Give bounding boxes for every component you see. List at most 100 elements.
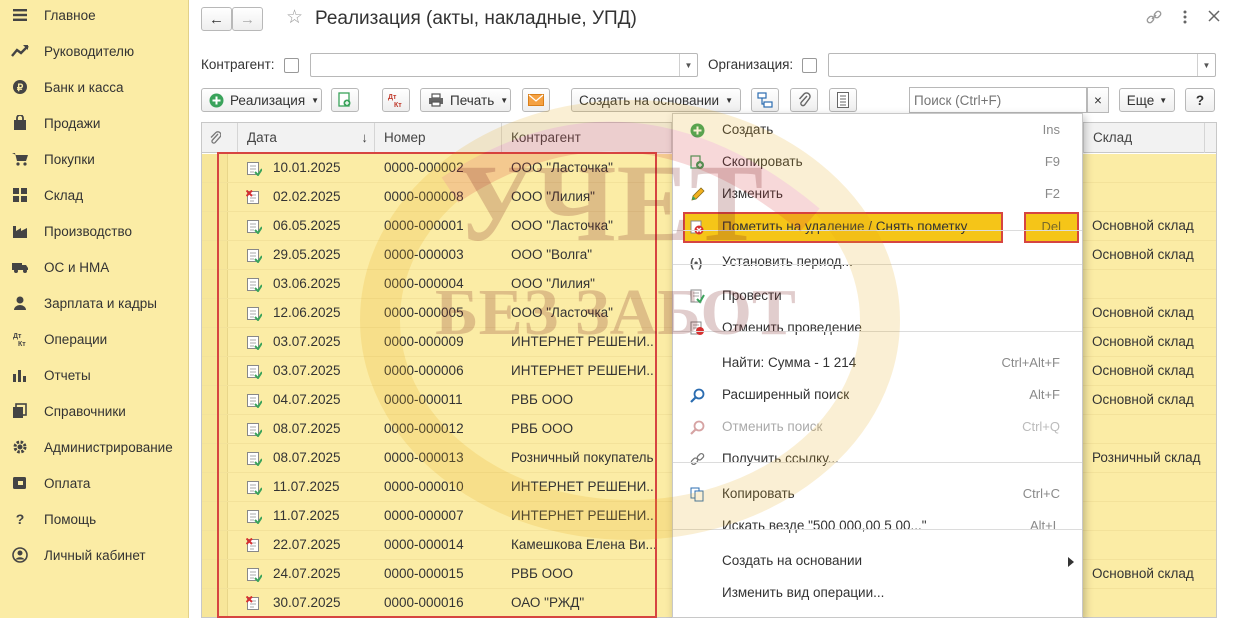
page-title: Реализация (акты, накладные, УПД) [315,8,637,29]
sidebar-item-purchases[interactable]: Покупки [0,141,189,177]
person-icon [10,293,30,313]
document-list-icon [837,92,849,108]
sidebar-item-label: Личный кабинет [44,547,146,563]
column-header-warehouse[interactable]: Склад [1083,123,1205,153]
context-menu-item[interactable]: Искать везде "500 000,00 5 00..." Alt+L [673,511,1082,541]
organization-checkbox[interactable] [802,58,817,73]
forward-button[interactable]: → [232,7,263,31]
favorite-star-icon[interactable]: ☆ [286,6,303,29]
copy-doc-button[interactable] [331,88,359,112]
paperclip-icon [210,131,222,144]
context-menu-item[interactable]: Скопировать F9 [673,147,1082,177]
sort-arrow-icon: ↓ [361,130,368,145]
sidebar-item-payment[interactable]: Оплата [0,465,189,501]
context-menu-item[interactable]: Отменить проведение [673,313,1082,343]
context-menu-item[interactable]: Изменить F2 [673,179,1082,209]
create-based-on-button[interactable]: Создать на основании ▼ [571,88,741,112]
chevron-down-icon: ▼ [500,95,509,105]
sidebar-item-bank[interactable]: ₽ Банк и касса [0,69,189,105]
menu-item-shortcut: Ctrl+C [1022,486,1060,501]
context-menu-item[interactable]: Получить ссылку... [673,444,1082,474]
attach-button[interactable] [790,88,818,112]
context-menu-item[interactable]: Расширенный поиск Alt+F [673,380,1082,410]
menu-separator [673,230,1082,231]
menu-separator [673,462,1082,463]
search-icon [690,388,705,403]
sidebar-item-label: Отчеты [44,367,91,383]
sidebar-item-label: Продажи [44,115,101,131]
sidebar-item-main[interactable]: Главное [0,0,189,33]
structure-button[interactable] [751,88,779,112]
column-header-number[interactable]: Номер [375,123,502,153]
email-button[interactable] [522,88,550,112]
sidebar-item-manager[interactable]: Руководителю [0,33,189,69]
sidebar-item-label: Покупки [44,151,95,167]
sidebar-item-label: Производство [44,223,133,239]
create-sale-button[interactable]: Реализация ▼ [201,88,322,112]
sidebar-item-reports[interactable]: Отчеты [0,357,189,393]
svg-text:₽: ₽ [17,83,24,94]
clear-search-button[interactable]: × [1087,87,1109,113]
context-menu-item[interactable]: Создать на основании [673,546,1082,576]
unpost-icon [690,321,705,336]
context-menu: Создать Ins Скопировать F9 Изменить F2 Пометит… [672,113,1083,618]
organization-field[interactable]: ▼ [828,53,1216,77]
report-button[interactable] [829,88,857,112]
context-menu-item[interactable]: Отменить поиск Ctrl+Q [673,412,1082,442]
context-menu-item[interactable]: Копировать Ctrl+C [673,479,1082,509]
menu-separator [673,264,1082,265]
chevron-down-icon[interactable]: ▼ [679,54,697,76]
svg-text:(•): (•) [690,256,702,270]
annotation-box-rows [217,152,657,618]
back-button[interactable]: ← [201,7,232,31]
counterparty-field[interactable]: ▼ [310,53,698,77]
gear-icon [10,437,30,457]
user-circle-icon [10,545,30,565]
attachment-column-header[interactable] [202,123,238,153]
search-field[interactable] [910,88,1080,112]
menu-item-label: Копировать [722,486,795,501]
svg-text:Дт: Дт [388,94,397,101]
sidebar-item-account[interactable]: Личный кабинет [0,537,189,573]
sidebar-item-operations[interactable]: Дт Кт Операции [0,321,189,357]
dt-kt-button[interactable]: Дт Кт [382,88,410,112]
sidebar-item-label: Оплата [44,475,91,491]
help-button[interactable]: ? [1185,88,1215,112]
close-icon[interactable] [1208,10,1220,25]
copy-doc-icon [338,92,351,107]
sidebar-item-production[interactable]: Производство [0,213,189,249]
context-menu-item[interactable]: Найти: Сумма - 1 214 Ctrl+Alt+F [673,348,1082,378]
menu-item-label: Создать [722,122,774,137]
link-icon[interactable] [1145,8,1163,29]
sidebar-item-label: Администрирование [44,439,173,455]
context-menu-item[interactable]: Создать Ins [673,115,1082,145]
sidebar-item-label: Операции [44,331,108,347]
column-header-counterparty[interactable]: Контрагент [502,123,672,153]
more-button[interactable]: Еще ▼ [1119,88,1175,112]
counterparty-checkbox[interactable] [284,58,299,73]
sidebar-item-salary[interactable]: Зарплата и кадры [0,285,189,321]
svg-text:Кт: Кт [18,341,26,347]
sidebar-item-warehouse[interactable]: Склад [0,177,189,213]
column-header-date[interactable]: Дата ↓ [238,123,375,153]
context-menu-item[interactable]: Провести [673,281,1082,311]
cell-warehouse [1092,502,1214,530]
menu-item-label: Найти: Сумма - 1 214 [722,355,857,370]
more-vert-icon[interactable] [1182,9,1188,28]
context-menu-item[interactable]: (•) Установить период... [673,247,1082,277]
context-menu-item[interactable]: Пометить на удаление / Снять пометку Del [673,212,1082,244]
sidebar-item-label: Справочники [44,403,126,419]
search-input[interactable] [909,87,1087,113]
sidebar-item-admin[interactable]: Администрирование [0,429,189,465]
sidebar-item-assets[interactable]: ОС и НМА [0,249,189,285]
menu-item-label: Отменить проведение [722,320,862,335]
chevron-down-icon[interactable]: ▼ [1197,54,1215,76]
sidebar-item-help[interactable]: ? Помощь [0,501,189,537]
menu-item-shortcut: F9 [1044,154,1060,169]
print-button[interactable]: Печать ▼ [420,88,511,112]
sidebar-item-catalogs[interactable]: Справочники [0,393,189,429]
menu-item-shortcut: Ctrl+Alt+F [1001,355,1060,370]
sidebar-item-label: Банк и касса [44,79,124,95]
sidebar-item-sales[interactable]: Продажи [0,105,189,141]
context-menu-item[interactable]: Изменить вид операции... [673,578,1082,608]
